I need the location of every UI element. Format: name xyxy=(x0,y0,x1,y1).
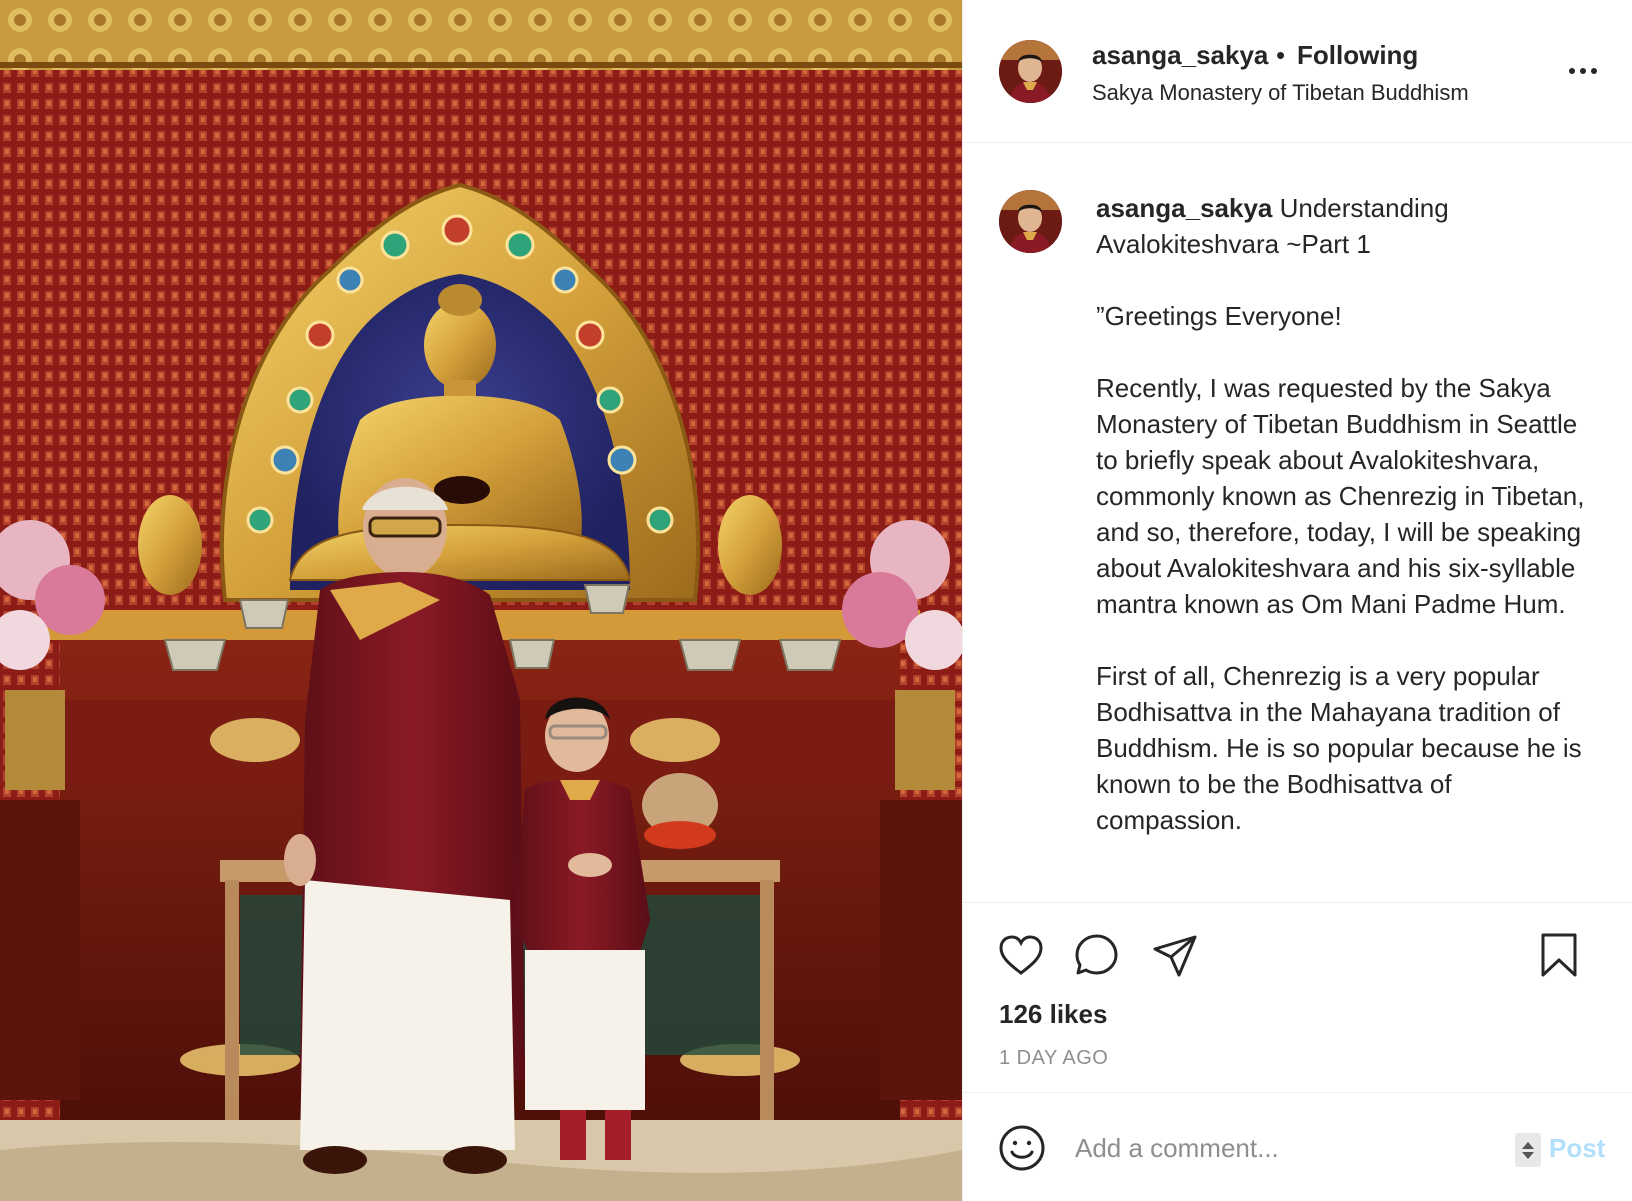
photo-illustration xyxy=(0,0,962,1201)
post-actions: 126 likes 1 DAY AGO xyxy=(963,902,1632,1092)
post-timestamp[interactable]: 1 DAY AGO xyxy=(999,1047,1108,1070)
post-header: asanga_sakya • Following Sakya Monastery… xyxy=(963,0,1632,143)
avatar-image xyxy=(999,190,1062,253)
caption-paragraph: First of all, Chenrezig is a very popula… xyxy=(1096,661,1582,835)
share-icon[interactable] xyxy=(1149,929,1201,981)
smiley-icon[interactable] xyxy=(997,1123,1047,1173)
comment-icon[interactable] xyxy=(1071,929,1123,981)
caption-paragraph: Recently, I was requested by the Sakya M… xyxy=(1096,373,1585,619)
more-options-icon[interactable] xyxy=(1563,60,1603,82)
comment-input[interactable] xyxy=(1075,1123,1475,1173)
post-photo[interactable] xyxy=(0,0,962,1201)
input-resize-handle[interactable] xyxy=(1515,1133,1541,1167)
header-username[interactable]: asanga_sakya xyxy=(1092,40,1268,71)
bookmark-icon[interactable] xyxy=(1533,929,1585,981)
caption-username[interactable]: asanga_sakya xyxy=(1096,193,1272,223)
location-link[interactable]: Sakya Monastery of Tibetan Buddhism xyxy=(1092,80,1469,106)
post-button[interactable]: Post xyxy=(1549,1133,1605,1164)
heart-icon[interactable] xyxy=(995,929,1047,981)
separator-dot: • xyxy=(1276,40,1286,70)
comment-bar: Post xyxy=(963,1092,1632,1201)
likes-count[interactable]: 126 likes xyxy=(999,999,1107,1030)
caption-avatar[interactable] xyxy=(999,190,1062,253)
caption-paragraph: ”Greetings Everyone! xyxy=(1096,301,1342,331)
following-button[interactable]: Following xyxy=(1297,40,1418,71)
post-side-panel: asanga_sakya • Following Sakya Monastery… xyxy=(962,0,1632,1201)
avatar-image xyxy=(999,40,1062,103)
caption-text: asanga_sakya Understanding Avalokiteshva… xyxy=(1096,190,1596,874)
avatar[interactable] xyxy=(999,40,1062,103)
caption-scroll-area[interactable]: asanga_sakya Understanding Avalokiteshva… xyxy=(963,144,1632,899)
